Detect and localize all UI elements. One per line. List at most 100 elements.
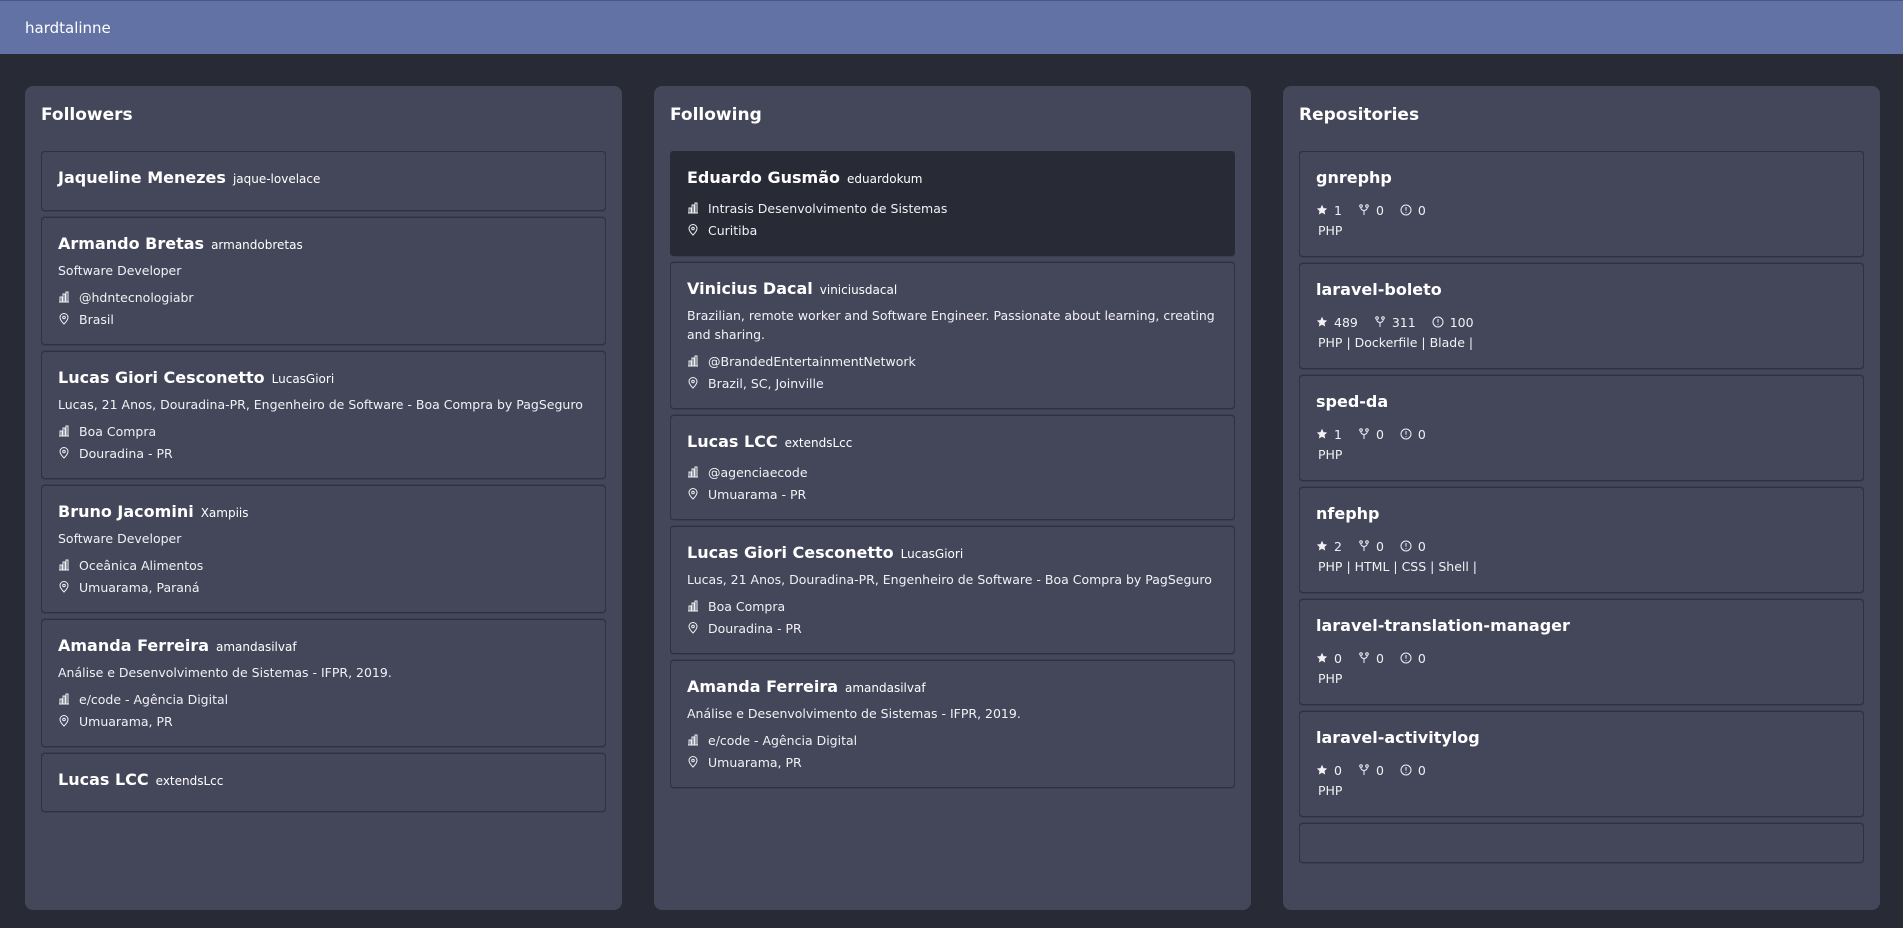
star-icon xyxy=(1316,316,1328,327)
following-list[interactable]: Eduardo Gusmão eduardokum Intrasis Desen… xyxy=(670,151,1235,898)
follower-card[interactable]: Amanda Ferreira amandasilvaf Análise e D… xyxy=(41,619,606,747)
location-row: Umuarama, PR xyxy=(687,751,1218,773)
location-row: Douradina - PR xyxy=(687,617,1218,639)
repo-forks: 0 xyxy=(1375,426,1384,442)
repositories-panel: Repositories gnrephp 1 0 0 PHP laravel-b… xyxy=(1283,86,1880,910)
repo-card[interactable] xyxy=(1299,823,1864,863)
repo-card[interactable]: laravel-boleto 489 311 100 PHP | Dockerf… xyxy=(1299,263,1864,369)
person-location: Brasil xyxy=(79,311,114,327)
repo-stats: 2 0 0 xyxy=(1316,537,1847,555)
person-name: Lucas LCC xyxy=(687,432,778,451)
repo-name: sped-da xyxy=(1316,392,1389,411)
person-login: amandasilvaf xyxy=(216,640,297,654)
location-row: Douradina - PR xyxy=(58,442,589,464)
company-row: @BrandedEntertainmentNetwork xyxy=(687,350,1218,372)
building-icon xyxy=(688,600,698,612)
follower-card[interactable]: Lucas Giori Cesconetto LucasGiori Lucas,… xyxy=(41,351,606,479)
following-heading: Following xyxy=(670,105,762,125)
repo-stars: 0 xyxy=(1334,650,1342,666)
username-title: hardtalinne xyxy=(25,18,111,37)
following-card[interactable]: Amanda Ferreira amandasilvaf Análise e D… xyxy=(670,660,1235,788)
following-card[interactable]: Vinicius Dacal viniciusdacal Brazilian, … xyxy=(670,262,1235,409)
map-pin-icon xyxy=(59,313,69,325)
repositories-heading: Repositories xyxy=(1299,105,1420,125)
person-login: LucasGiori xyxy=(271,372,335,386)
repo-issues: 0 xyxy=(1417,650,1426,666)
location-row: Umuarama, Paraná xyxy=(58,576,589,598)
person-location: Brazil, SC, Joinville xyxy=(708,375,824,391)
repo-card[interactable]: laravel-translation-manager 0 0 0 PHP xyxy=(1299,599,1864,705)
map-pin-icon xyxy=(59,715,69,727)
person-bio: Software Developer xyxy=(58,263,182,278)
map-pin-icon xyxy=(688,756,698,768)
person-company: e/code - Agência Digital xyxy=(79,691,229,707)
company-row: e/code - Agência Digital xyxy=(58,688,589,710)
repo-card[interactable]: sped-da 1 0 0 PHP xyxy=(1299,375,1864,481)
person-name: Eduardo Gusmão xyxy=(687,168,840,187)
issue-icon xyxy=(1400,764,1412,776)
person-location: Umuarama - PR xyxy=(708,486,807,502)
following-card[interactable]: Lucas Giori Cesconetto LucasGiori Lucas,… xyxy=(670,526,1235,654)
follower-card[interactable]: Jaqueline Menezes jaque-lovelace xyxy=(41,151,606,211)
following-card[interactable]: Eduardo Gusmão eduardokum Intrasis Desen… xyxy=(670,151,1235,256)
repo-card[interactable]: laravel-activitylog 0 0 0 PHP xyxy=(1299,711,1864,817)
repositories-list[interactable]: gnrephp 1 0 0 PHP laravel-boleto 489 311… xyxy=(1299,151,1864,898)
repo-forks: 0 xyxy=(1375,650,1384,666)
company-row: e/code - Agência Digital xyxy=(687,729,1218,751)
person-bio: Lucas, 21 Anos, Douradina-PR, Engenheiro… xyxy=(687,572,1212,587)
company-row: @hdntecnologiabr xyxy=(58,286,589,308)
map-pin-icon xyxy=(59,447,69,459)
company-row: Intrasis Desenvolvimento de Sistemas xyxy=(687,197,1218,219)
person-company: @agenciaecode xyxy=(708,464,808,480)
follower-card[interactable]: Bruno Jacomini Xampiis Software Develope… xyxy=(41,485,606,613)
building-icon xyxy=(688,466,698,478)
location-row: Brazil, SC, Joinville xyxy=(687,372,1218,394)
building-icon xyxy=(688,734,698,746)
columns: Followers Jaqueline Menezes jaque-lovela… xyxy=(25,86,1881,910)
repo-languages: PHP xyxy=(1318,447,1343,462)
person-company: @hdntecnologiabr xyxy=(79,289,194,305)
repo-card[interactable]: nfephp 2 0 0 PHP | HTML | CSS | Shell | xyxy=(1299,487,1864,593)
repo-forks: 0 xyxy=(1375,202,1384,218)
person-login: LucasGiori xyxy=(900,547,964,561)
following-panel: Following Eduardo Gusmão eduardokum Intr… xyxy=(654,86,1251,910)
fork-icon xyxy=(1359,204,1369,215)
repo-stats: 489 311 100 xyxy=(1316,313,1847,331)
person-login: eduardokum xyxy=(846,172,923,186)
star-icon xyxy=(1316,204,1328,215)
follower-card[interactable]: Lucas LCC extendsLcc xyxy=(41,753,606,812)
company-row: @agenciaecode xyxy=(687,461,1218,483)
person-name: Lucas LCC xyxy=(58,770,149,789)
repo-card[interactable]: gnrephp 1 0 0 PHP xyxy=(1299,151,1864,257)
star-icon xyxy=(1316,540,1328,551)
building-icon xyxy=(59,425,69,437)
followers-list[interactable]: Jaqueline Menezes jaque-lovelace Armando… xyxy=(41,151,606,898)
fork-icon xyxy=(1359,764,1369,775)
person-location: Curitiba xyxy=(708,222,758,238)
person-bio: Análise e Desenvolvimento de Sistemas - … xyxy=(687,706,1021,721)
repo-languages: PHP xyxy=(1318,223,1343,238)
issue-icon xyxy=(1400,428,1412,440)
location-row: Umuarama, PR xyxy=(58,710,589,732)
fork-icon xyxy=(1359,540,1369,551)
person-name: Amanda Ferreira xyxy=(687,677,838,696)
person-name: Amanda Ferreira xyxy=(58,636,209,655)
repo-name: nfephp xyxy=(1316,504,1380,523)
person-company: Boa Compra xyxy=(79,423,157,439)
person-login: Xampiis xyxy=(200,506,249,520)
building-icon xyxy=(59,559,69,571)
building-icon xyxy=(688,355,698,367)
person-login: viniciusdacal xyxy=(819,283,898,297)
follower-card[interactable]: Armando Bretas armandobretas Software De… xyxy=(41,217,606,345)
person-company: Intrasis Desenvolvimento de Sistemas xyxy=(708,200,948,216)
person-location: Umuarama, Paraná xyxy=(79,579,200,595)
person-name: Vinicius Dacal xyxy=(687,279,813,298)
building-icon xyxy=(688,202,698,214)
following-card[interactable]: Lucas LCC extendsLcc @agenciaecode Umuar… xyxy=(670,415,1235,520)
fork-icon xyxy=(1359,428,1369,439)
repo-languages: PHP xyxy=(1318,671,1343,686)
top-bar: hardtalinne xyxy=(0,0,1903,54)
followers-panel: Followers Jaqueline Menezes jaque-lovela… xyxy=(25,86,622,910)
location-row: Curitiba xyxy=(687,219,1218,241)
repo-issues: 0 xyxy=(1417,202,1426,218)
